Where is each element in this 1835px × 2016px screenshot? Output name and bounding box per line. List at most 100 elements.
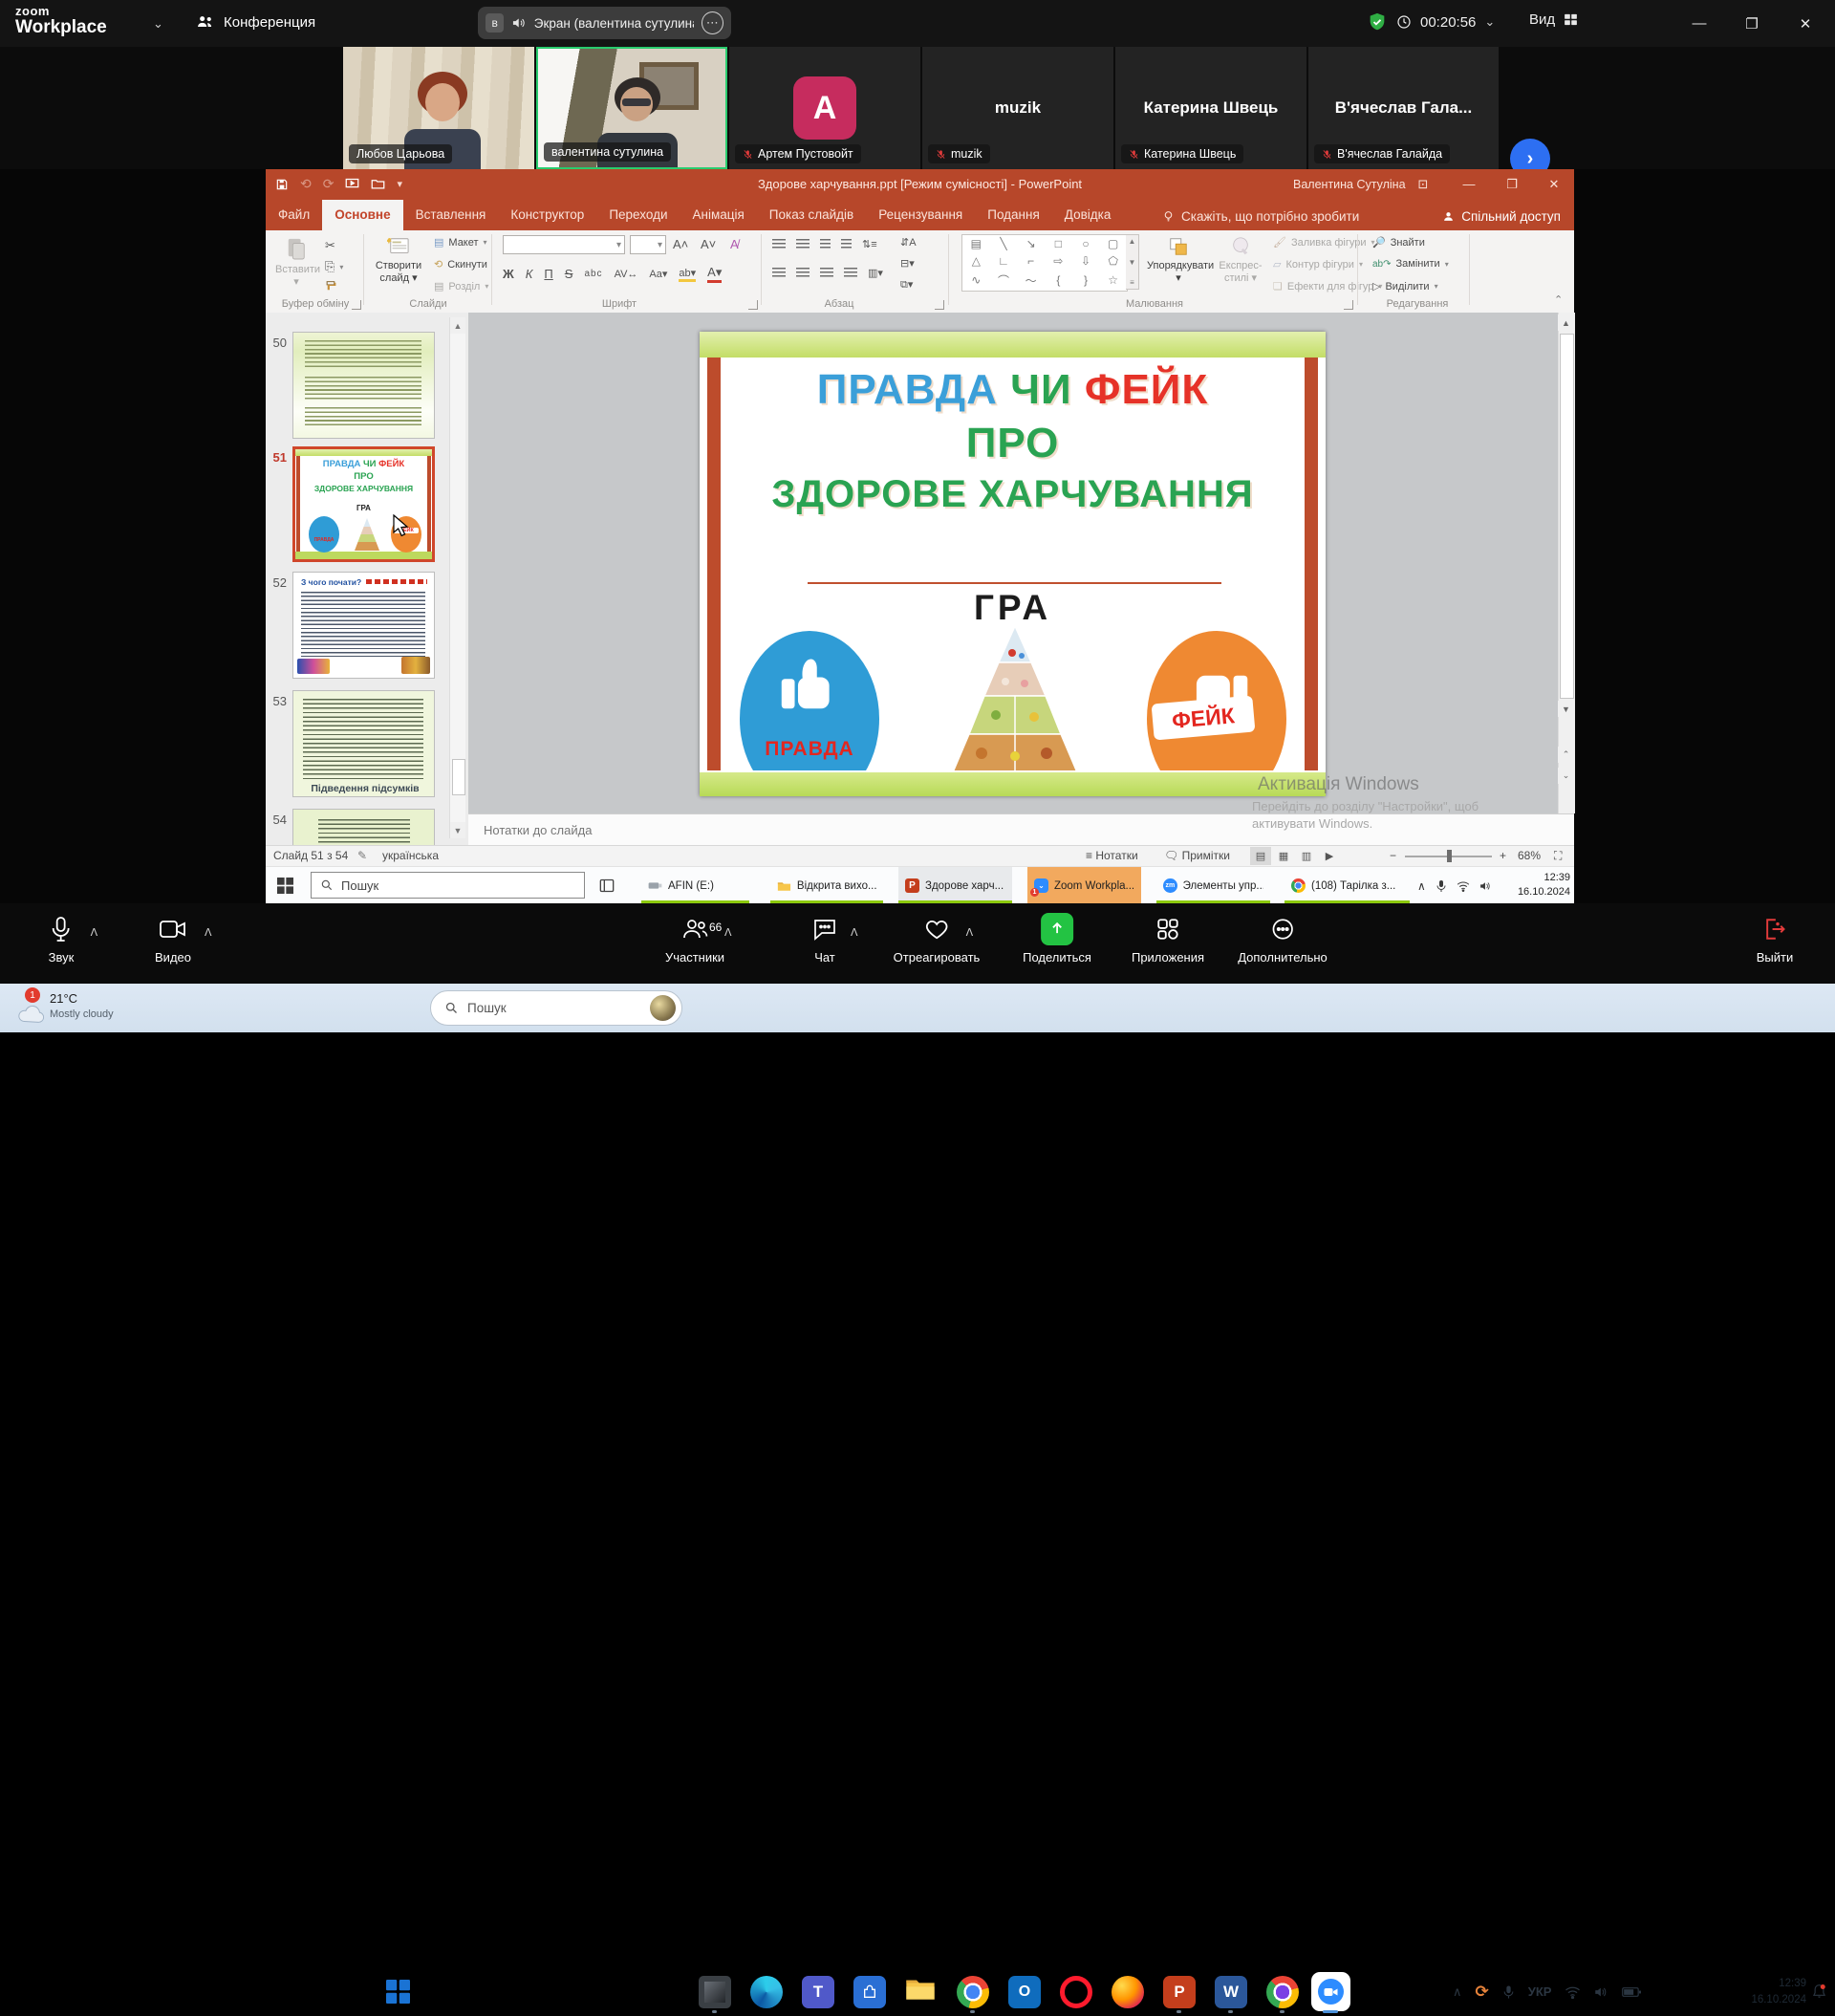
participant-tile[interactable]: В'ячеслав Гала... В'ячеслав Галайда — [1308, 47, 1499, 169]
tab-review[interactable]: Рецензування — [866, 200, 975, 230]
ribbon-options-icon[interactable]: ⊡ — [1403, 169, 1443, 199]
chevron-down-icon[interactable]: ⌄ — [153, 16, 163, 32]
notification-bell-icon[interactable] — [1812, 1983, 1826, 2000]
sync-icon[interactable]: ⟳ — [1476, 1983, 1489, 2002]
tray-speaker-icon[interactable] — [1479, 880, 1492, 892]
next-slide-button[interactable]: ⌄ — [1558, 768, 1574, 784]
tab-transitions[interactable]: Переходи — [596, 200, 680, 230]
ppt-close-button[interactable]: ✕ — [1534, 169, 1574, 199]
system-clock[interactable]: 12:39 16.10.2024 — [1718, 1976, 1806, 2007]
bullets-icon[interactable] — [772, 239, 786, 249]
start-button-icon[interactable] — [386, 1980, 410, 2004]
format-painter-icon[interactable] — [325, 280, 337, 293]
panel-scroll-down-icon[interactable]: ▼ — [450, 822, 465, 838]
participant-tile-active[interactable]: валентина сутулина — [536, 47, 727, 169]
arrange-button[interactable]: Упорядкувати▾ — [1147, 236, 1210, 285]
react-chevron[interactable]: ᐱ — [966, 926, 974, 939]
slide-thumb-51-selected[interactable]: ПРАВДА ЧИ ФЕЙК ПРО ЗДОРОВЕ ХАРЧУВАННЯ ГР… — [292, 446, 435, 562]
taskbar-search-pill[interactable]: Пошук — [430, 990, 682, 1026]
tab-animations[interactable]: Анімація — [680, 200, 757, 230]
shapes-gallery[interactable]: ▤╲↘□○▢ △∟⌐⇨⇩⬠ ∿⌒～{}☆ — [961, 234, 1128, 292]
align-text-icon[interactable]: ⊟▾ — [900, 257, 915, 270]
normal-view-icon[interactable]: ▤ — [1250, 847, 1271, 865]
section-button[interactable]: ▤Розділ ▾ — [434, 280, 488, 293]
share-screen-button[interactable]: Поделиться — [1023, 913, 1091, 965]
underline-icon[interactable]: П — [544, 267, 552, 281]
file-explorer-icon[interactable] — [905, 1976, 938, 2008]
increase-indent-icon[interactable] — [841, 239, 852, 249]
taskbar-app-zoom-alert[interactable]: ⌄1 Zoom Workpla... — [1027, 867, 1141, 904]
shared-screen-tab[interactable]: в Экран (валентина сутулина ⋯ — [478, 7, 731, 39]
shape-outline-button[interactable]: ▱Контур фігури ▾ — [1273, 258, 1363, 271]
participant-tile[interactable]: muzik muzik — [922, 47, 1113, 169]
shape-effects-button[interactable]: ❏Ефекти для фігур ▾ — [1273, 280, 1382, 293]
align-right-icon[interactable] — [820, 268, 833, 278]
participants-button[interactable]: Участники 66 ᐱ — [665, 913, 724, 965]
slide-thumb-53[interactable]: Підведення підсумків — [292, 690, 435, 797]
slide-thumb-50[interactable] — [292, 332, 435, 439]
clear-format-icon[interactable]: A̸ — [730, 237, 739, 251]
edge-icon[interactable] — [750, 1976, 783, 2008]
fit-slide-icon[interactable]: ⛶ — [1554, 849, 1562, 863]
shrink-font-icon[interactable]: A˅ — [701, 237, 716, 251]
font-size-combo[interactable]: ▾ — [630, 235, 666, 254]
zoom-app-icon-active[interactable] — [1311, 1972, 1350, 2011]
strikethrough-icon[interactable]: S — [565, 267, 573, 281]
powerpoint-icon[interactable]: P — [1163, 1976, 1196, 2008]
chat-chevron[interactable]: ᐱ — [851, 926, 858, 939]
tell-me-box[interactable]: Скажіть, що потрібно зробити — [1162, 209, 1359, 224]
minimize-button[interactable]: — — [1677, 0, 1721, 47]
change-case-icon[interactable]: Aa▾ — [649, 268, 667, 280]
timer-chevron-icon[interactable]: ⌄ — [1484, 14, 1495, 30]
apps-button[interactable]: Приложения — [1132, 913, 1204, 965]
opera-icon[interactable] — [1060, 1976, 1092, 2008]
shapes-scrollbar[interactable]: ▲▼≡ — [1126, 234, 1139, 290]
restore-button[interactable]: ❐ — [1730, 0, 1774, 47]
taskbar-app-powerpoint[interactable]: P Здорове харч... — [898, 867, 1012, 904]
leave-button[interactable]: Выйти — [1757, 913, 1794, 965]
paste-button[interactable]: Вставити▾ — [275, 236, 317, 289]
participant-tile[interactable]: Катерина Швець Катерина Швець — [1115, 47, 1306, 169]
panel-scrollbar[interactable]: ▲ ▼ — [449, 317, 465, 838]
columns-icon[interactable]: ▥▾ — [868, 267, 883, 279]
line-spacing-icon[interactable]: ⇅≡ — [862, 238, 877, 250]
tray-chevron-icon[interactable]: ∧ — [1417, 879, 1426, 893]
collapse-ribbon-icon[interactable]: ⌃ — [1554, 293, 1563, 306]
start-button-icon[interactable] — [277, 878, 293, 894]
copy-icon[interactable]: ⎘▾ — [325, 259, 343, 274]
font-name-combo[interactable]: ▾ — [503, 235, 625, 254]
justify-icon[interactable] — [844, 268, 857, 278]
smartart-icon[interactable]: ⧉▾ — [900, 278, 913, 292]
panel-scroll-up-icon[interactable]: ▲ — [450, 317, 465, 334]
participant-tile[interactable]: А Артем Пустовойт — [729, 47, 920, 169]
teams-icon[interactable]: T — [802, 1976, 834, 2008]
notes-toggle[interactable]: ≡ Нотатки — [1086, 849, 1138, 862]
audio-options-chevron[interactable]: ᐱ — [91, 926, 98, 939]
audio-button[interactable]: Звук ᐱ — [49, 913, 75, 965]
battery-icon[interactable] — [1622, 1986, 1641, 1998]
canvas-scroll-down-icon[interactable]: ▼ — [1558, 701, 1574, 717]
font-dialog-launcher[interactable] — [748, 300, 758, 310]
previous-slide-button[interactable]: ⌃ — [1558, 747, 1574, 763]
task-view-icon[interactable] — [599, 878, 615, 893]
view-button[interactable]: Вид — [1529, 11, 1579, 28]
align-left-icon[interactable] — [772, 268, 786, 278]
video-options-chevron[interactable]: ᐱ — [205, 926, 212, 939]
char-spacing-icon[interactable]: AV↔ — [615, 269, 638, 280]
text-direction-icon[interactable]: ⇵A — [900, 236, 917, 249]
tab-more-icon[interactable]: ⋯ — [702, 11, 723, 34]
zoom-out-icon[interactable]: − — [1390, 849, 1396, 862]
word-icon[interactable]: W — [1215, 1976, 1247, 2008]
tab-help[interactable]: Довідка — [1052, 200, 1124, 230]
text-shadow-icon[interactable]: abc — [584, 269, 602, 279]
tray-mic-icon[interactable] — [1502, 1984, 1515, 2000]
grow-font-icon[interactable]: A˄ — [673, 237, 688, 251]
zoom-in-icon[interactable]: + — [1500, 849, 1506, 862]
taskbar-app-folder[interactable]: Відкрита вихо... — [770, 867, 883, 904]
tab-file[interactable]: Файл — [266, 200, 322, 230]
ppt-restore-button[interactable]: ❐ — [1492, 169, 1532, 199]
firefox-icon[interactable] — [1112, 1976, 1144, 2008]
language-label[interactable]: українська — [382, 849, 439, 862]
participants-chevron[interactable]: ᐱ — [724, 926, 732, 939]
slide-canvas-area[interactable]: ПРАВДА ЧИ ФЕЙК ПРО ЗДОРОВЕ ХАРЧУВАННЯ ГР… — [468, 313, 1574, 813]
